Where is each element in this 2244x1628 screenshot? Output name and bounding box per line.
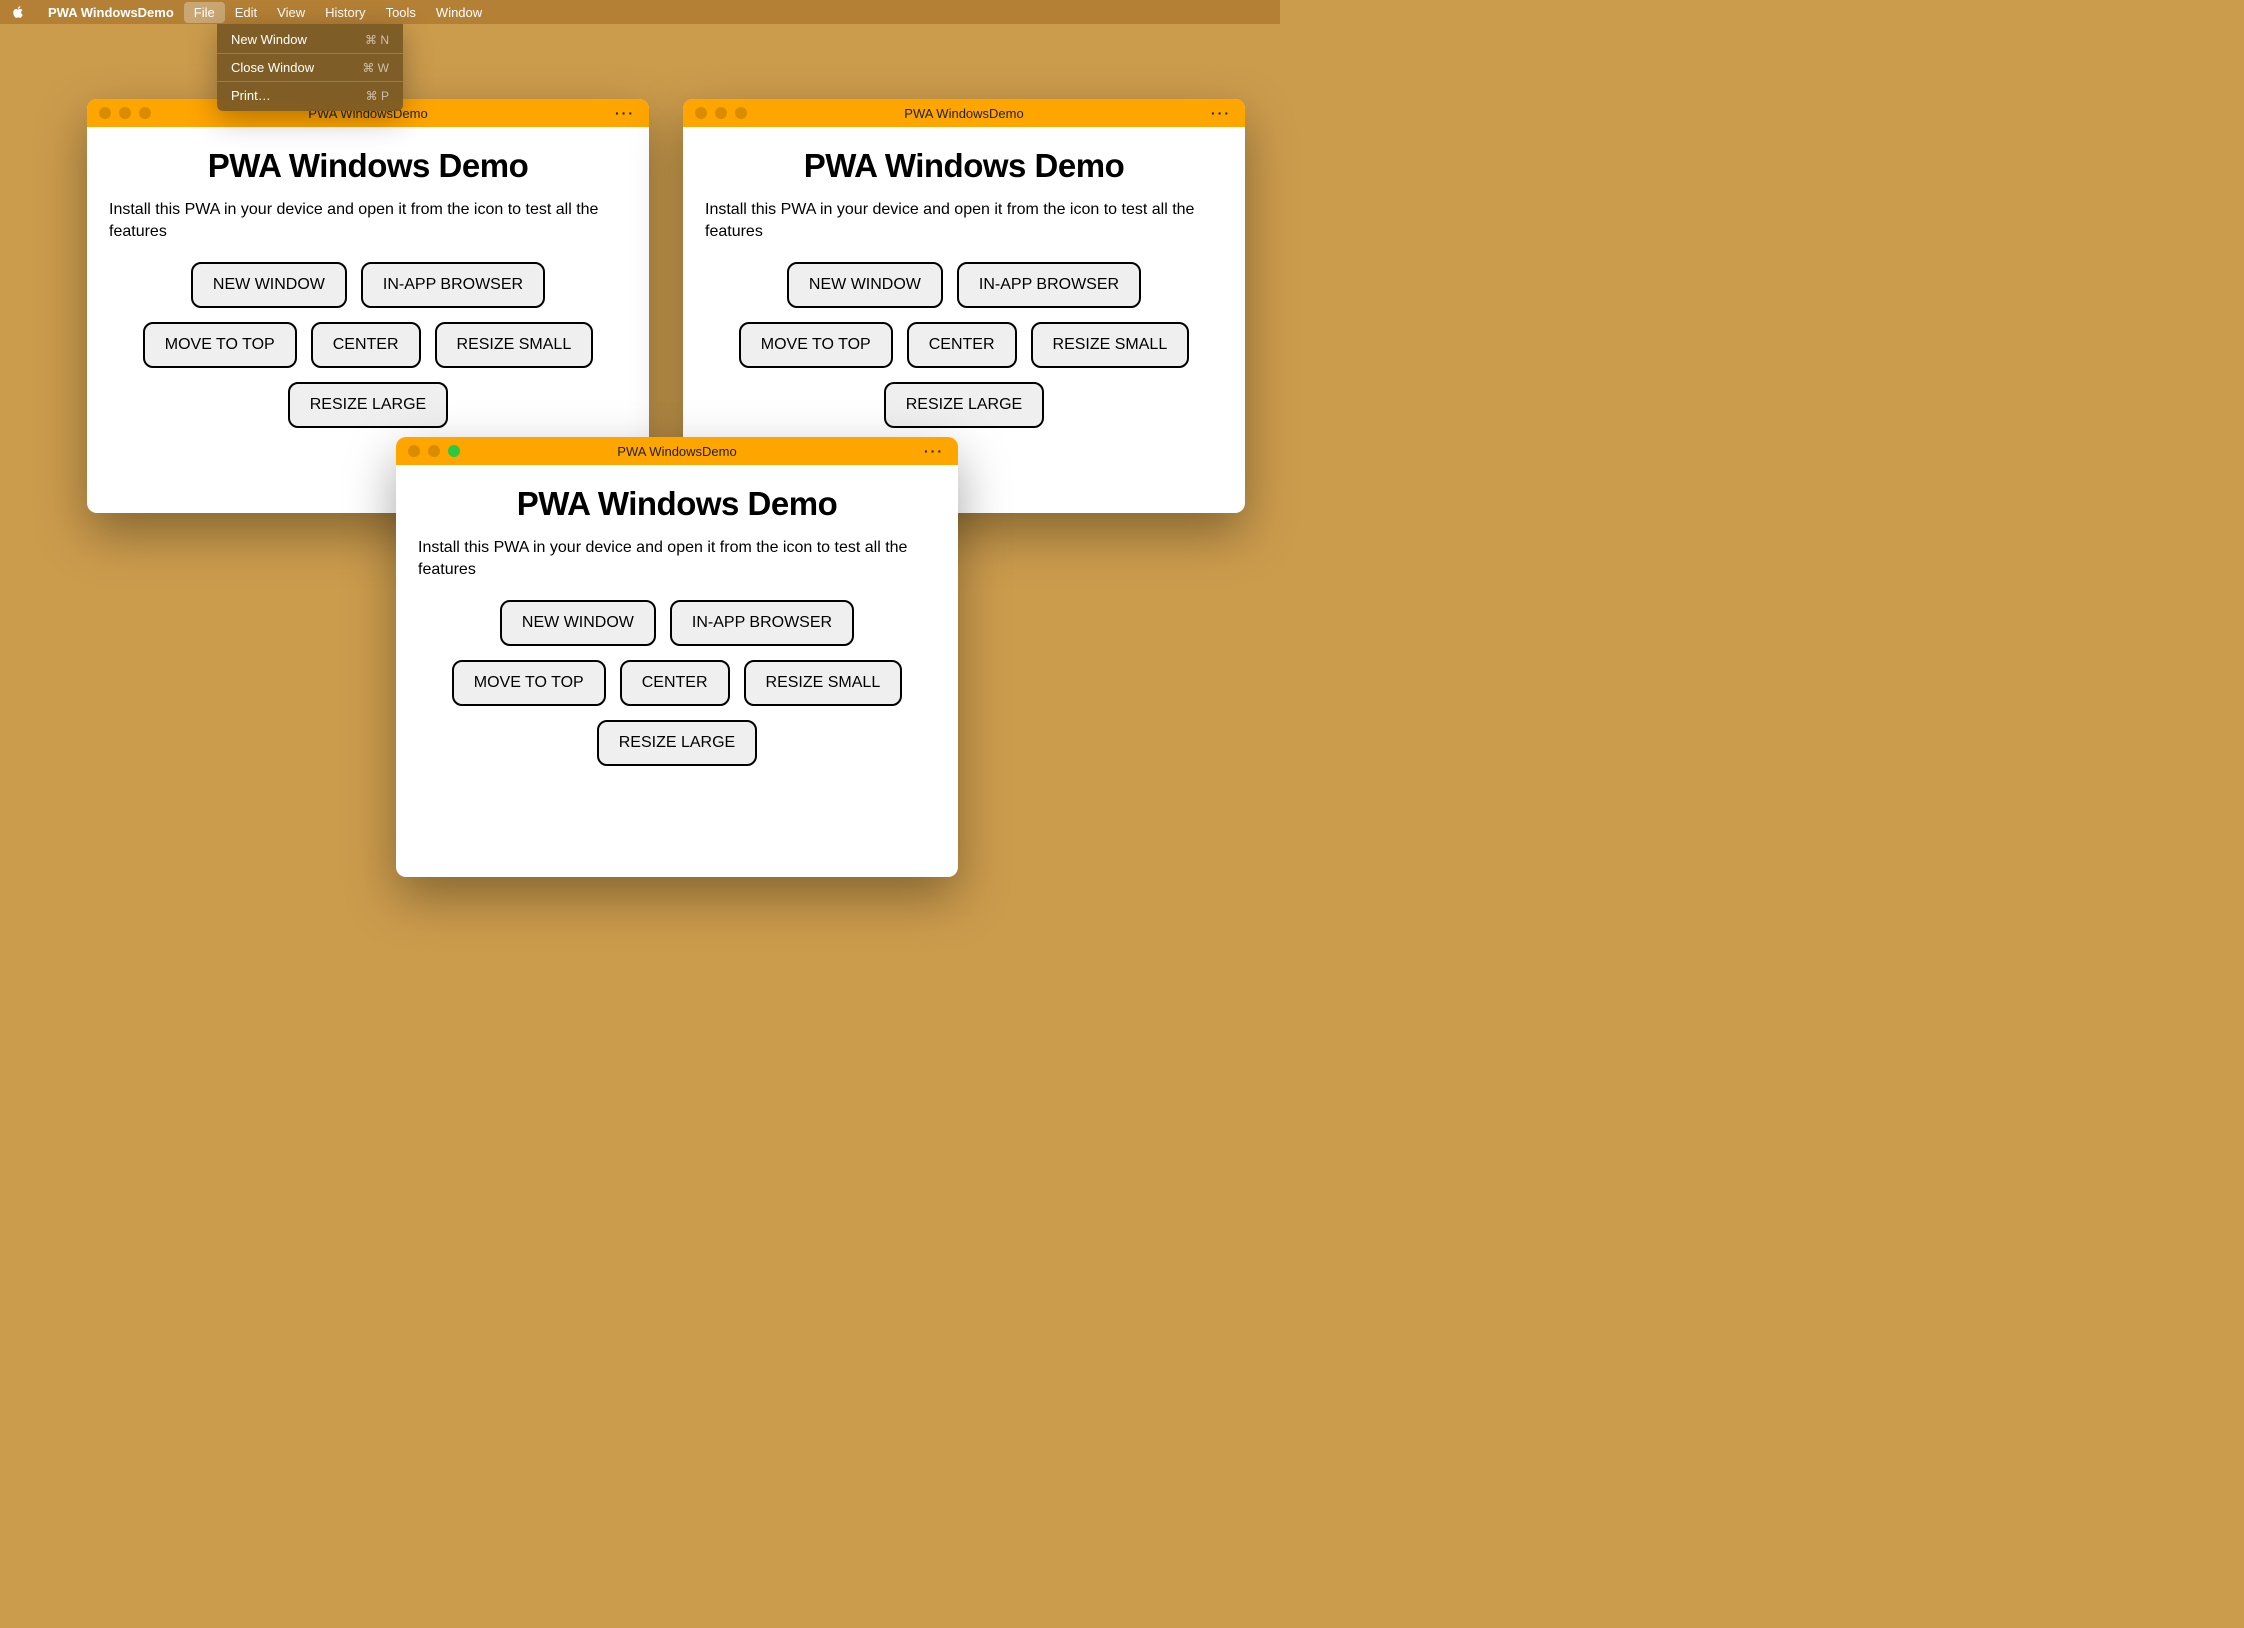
minimize-button-icon[interactable] <box>428 445 440 457</box>
in-app-browser-button[interactable]: IN-APP BROWSER <box>361 262 545 308</box>
menubar-history[interactable]: History <box>315 2 375 23</box>
menu-item-shortcut: ⌘ P <box>366 89 389 103</box>
window-title: PWA WindowsDemo <box>695 106 1233 121</box>
menubar-window[interactable]: Window <box>426 2 492 23</box>
menu-new-window[interactable]: New Window ⌘ N <box>217 28 403 51</box>
menu-divider <box>217 53 403 54</box>
page-description: Install this PWA in your device and open… <box>418 537 936 582</box>
center-button[interactable]: CENTER <box>311 322 421 368</box>
close-button-icon[interactable] <box>99 107 111 119</box>
menu-item-label: Print… <box>231 88 271 103</box>
window-titlebar[interactable]: PWA WindowsDemo ··· <box>683 99 1245 127</box>
traffic-lights <box>99 107 151 119</box>
new-window-button[interactable]: NEW WINDOW <box>787 262 943 308</box>
maximize-button-icon[interactable] <box>139 107 151 119</box>
move-to-top-button[interactable]: MOVE TO TOP <box>452 660 606 706</box>
menu-item-shortcut: ⌘ N <box>365 33 389 47</box>
center-button[interactable]: CENTER <box>907 322 1017 368</box>
maximize-button-icon[interactable] <box>735 107 747 119</box>
button-grid: NEW WINDOW IN-APP BROWSER MOVE TO TOP CE… <box>705 262 1223 428</box>
page-description: Install this PWA in your device and open… <box>705 199 1223 244</box>
menubar-view[interactable]: View <box>267 2 315 23</box>
window-content: PWA Windows Demo Install this PWA in you… <box>683 127 1245 458</box>
menubar-edit[interactable]: Edit <box>225 2 267 23</box>
resize-large-button[interactable]: RESIZE LARGE <box>884 382 1044 428</box>
center-button[interactable]: CENTER <box>620 660 730 706</box>
button-grid: NEW WINDOW IN-APP BROWSER MOVE TO TOP CE… <box>418 600 936 766</box>
window-menu-icon[interactable]: ··· <box>924 443 944 459</box>
menubar-file[interactable]: File <box>184 2 225 23</box>
move-to-top-button[interactable]: MOVE TO TOP <box>739 322 893 368</box>
traffic-lights <box>408 445 460 457</box>
menubar-tools[interactable]: Tools <box>376 2 426 23</box>
maximize-button-icon[interactable] <box>448 445 460 457</box>
in-app-browser-button[interactable]: IN-APP BROWSER <box>670 600 854 646</box>
macos-menubar: PWA WindowsDemo File Edit View History T… <box>0 0 1280 24</box>
window-content: PWA Windows Demo Install this PWA in you… <box>396 465 958 796</box>
menu-item-label: New Window <box>231 32 307 47</box>
window-titlebar[interactable]: PWA WindowsDemo ··· <box>396 437 958 465</box>
resize-large-button[interactable]: RESIZE LARGE <box>288 382 448 428</box>
minimize-button-icon[interactable] <box>715 107 727 119</box>
menu-close-window[interactable]: Close Window ⌘ W <box>217 56 403 79</box>
resize-small-button[interactable]: RESIZE SMALL <box>435 322 594 368</box>
resize-large-button[interactable]: RESIZE LARGE <box>597 720 757 766</box>
file-dropdown-menu: New Window ⌘ N Close Window ⌘ W Print… ⌘… <box>217 24 403 111</box>
window-menu-icon[interactable]: ··· <box>615 105 635 121</box>
button-grid: NEW WINDOW IN-APP BROWSER MOVE TO TOP CE… <box>109 262 627 428</box>
menu-divider <box>217 81 403 82</box>
close-button-icon[interactable] <box>408 445 420 457</box>
page-title: PWA Windows Demo <box>418 485 936 523</box>
window-title: PWA WindowsDemo <box>408 444 946 459</box>
resize-small-button[interactable]: RESIZE SMALL <box>744 660 903 706</box>
in-app-browser-button[interactable]: IN-APP BROWSER <box>957 262 1141 308</box>
window-content: PWA Windows Demo Install this PWA in you… <box>87 127 649 458</box>
close-button-icon[interactable] <box>695 107 707 119</box>
window-menu-icon[interactable]: ··· <box>1211 105 1231 121</box>
page-description: Install this PWA in your device and open… <box>109 199 627 244</box>
apple-logo-icon[interactable] <box>10 4 26 20</box>
minimize-button-icon[interactable] <box>119 107 131 119</box>
new-window-button[interactable]: NEW WINDOW <box>191 262 347 308</box>
page-title: PWA Windows Demo <box>705 147 1223 185</box>
traffic-lights <box>695 107 747 119</box>
pwa-window-3-active: PWA WindowsDemo ··· PWA Windows Demo Ins… <box>396 437 958 877</box>
new-window-button[interactable]: NEW WINDOW <box>500 600 656 646</box>
resize-small-button[interactable]: RESIZE SMALL <box>1031 322 1190 368</box>
page-title: PWA Windows Demo <box>109 147 627 185</box>
menu-item-shortcut: ⌘ W <box>362 61 389 75</box>
menubar-app-name[interactable]: PWA WindowsDemo <box>38 2 184 23</box>
menu-print[interactable]: Print… ⌘ P <box>217 84 403 107</box>
menu-item-label: Close Window <box>231 60 314 75</box>
move-to-top-button[interactable]: MOVE TO TOP <box>143 322 297 368</box>
